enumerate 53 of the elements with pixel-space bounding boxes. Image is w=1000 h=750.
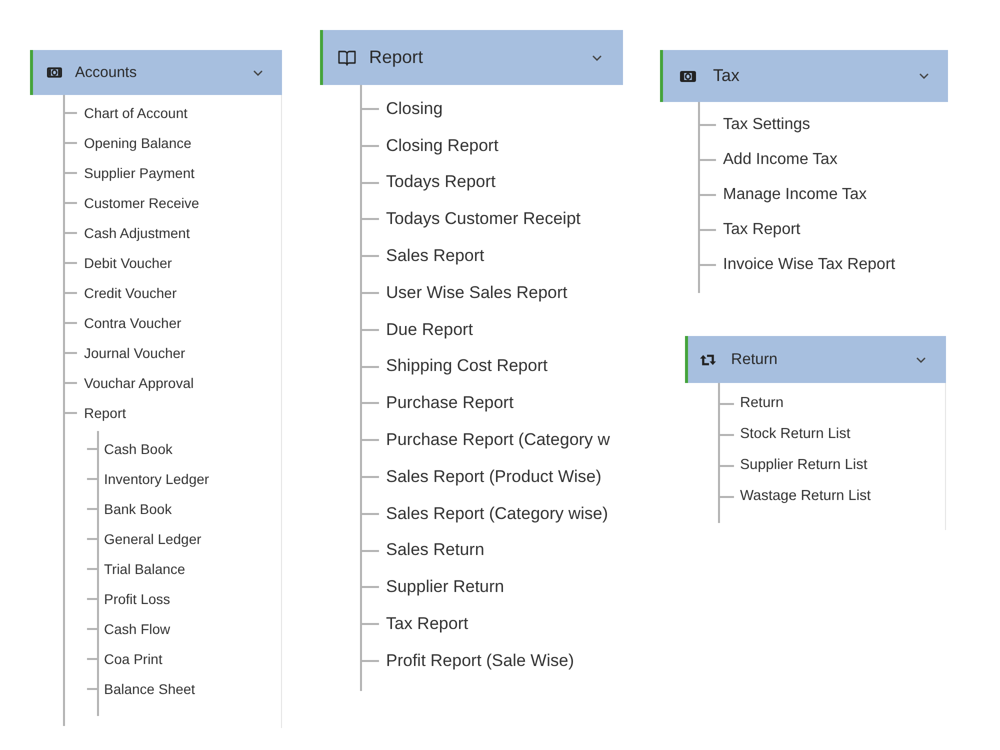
menu-item[interactable]: Supplier Return: [386, 577, 504, 598]
menu-header[interactable]: Report: [320, 30, 623, 85]
menu-item[interactable]: Purchase Report (Category w: [386, 430, 610, 450]
menu-item[interactable]: User Wise Sales Report: [386, 282, 568, 304]
menu-item[interactable]: Customer Receive: [84, 194, 200, 212]
menu-item[interactable]: Stock Return List: [740, 426, 850, 444]
menu-item[interactable]: Contra Voucher: [84, 314, 182, 332]
submenu-item[interactable]: Bank Book: [104, 500, 172, 518]
menu-item[interactable]: Return: [740, 395, 784, 413]
menu-item[interactable]: Tax Report: [386, 614, 468, 634]
menu-header[interactable]: Return: [685, 336, 946, 383]
menu-header[interactable]: Accounts: [30, 50, 282, 95]
menu-item[interactable]: Supplier Payment: [84, 164, 195, 182]
menu-item[interactable]: Sales Return: [386, 540, 484, 561]
repeat-arrows-icon: [700, 354, 716, 366]
menu-item[interactable]: Tax Report: [723, 220, 800, 240]
menu-item[interactable]: Todays Report: [386, 172, 496, 193]
menu-item[interactable]: Supplier Return List: [740, 457, 868, 475]
menu-item[interactable]: Sales Report: [386, 246, 484, 266]
menu-item[interactable]: Closing: [386, 98, 443, 120]
menu-item[interactable]: Invoice Wise Tax Report: [723, 255, 896, 275]
menu-item[interactable]: Opening Balance: [84, 134, 192, 152]
menu-item[interactable]: Closing Report: [386, 136, 498, 156]
menu-item[interactable]: Credit Voucher: [84, 284, 177, 302]
menu-item[interactable]: Shipping Cost Report: [386, 356, 548, 377]
menu-item[interactable]: Purchase Report: [386, 393, 514, 414]
menu-item[interactable]: Vouchar Approval: [84, 374, 194, 392]
open-book-icon: [338, 50, 356, 66]
menu-item[interactable]: Manage Income Tax: [723, 185, 867, 205]
submenu-item[interactable]: Profit Loss: [104, 590, 170, 608]
menu-item[interactable]: Sales Report (Category wise): [386, 504, 608, 524]
menu-header[interactable]: Tax: [660, 50, 948, 102]
menu-item[interactable]: Sales Report (Product Wise): [386, 466, 602, 488]
banknote-icon: [47, 67, 62, 78]
menu-item[interactable]: Journal Voucher: [84, 344, 186, 362]
submenu-item[interactable]: Trial Balance: [104, 560, 186, 578]
menu-item[interactable]: Wastage Return List: [740, 488, 871, 506]
menu-item[interactable]: Chart of Account: [84, 104, 188, 122]
banknote-icon: [680, 70, 696, 82]
submenu-item[interactable]: Inventory Ledger: [104, 470, 210, 488]
menu-item[interactable]: Report: [84, 404, 126, 422]
menu-item[interactable]: Due Report: [386, 320, 473, 340]
menu-item[interactable]: Todays Customer Receipt: [386, 209, 581, 230]
menu-item[interactable]: Add Income Tax: [723, 150, 838, 170]
submenu-item[interactable]: Cash Book: [104, 440, 172, 458]
submenu-item[interactable]: Balance Sheet: [104, 680, 196, 698]
submenu-item[interactable]: Coa Print: [104, 650, 162, 668]
menu-item[interactable]: Profit Report (Sale Wise): [386, 650, 574, 672]
menu-item[interactable]: Tax Settings: [723, 115, 810, 135]
submenu-item[interactable]: Cash Flow: [104, 620, 170, 638]
submenu-item[interactable]: General Ledger: [104, 530, 202, 548]
menu-item[interactable]: Debit Voucher: [84, 254, 172, 272]
menu-item[interactable]: Cash Adjustment: [84, 224, 190, 242]
